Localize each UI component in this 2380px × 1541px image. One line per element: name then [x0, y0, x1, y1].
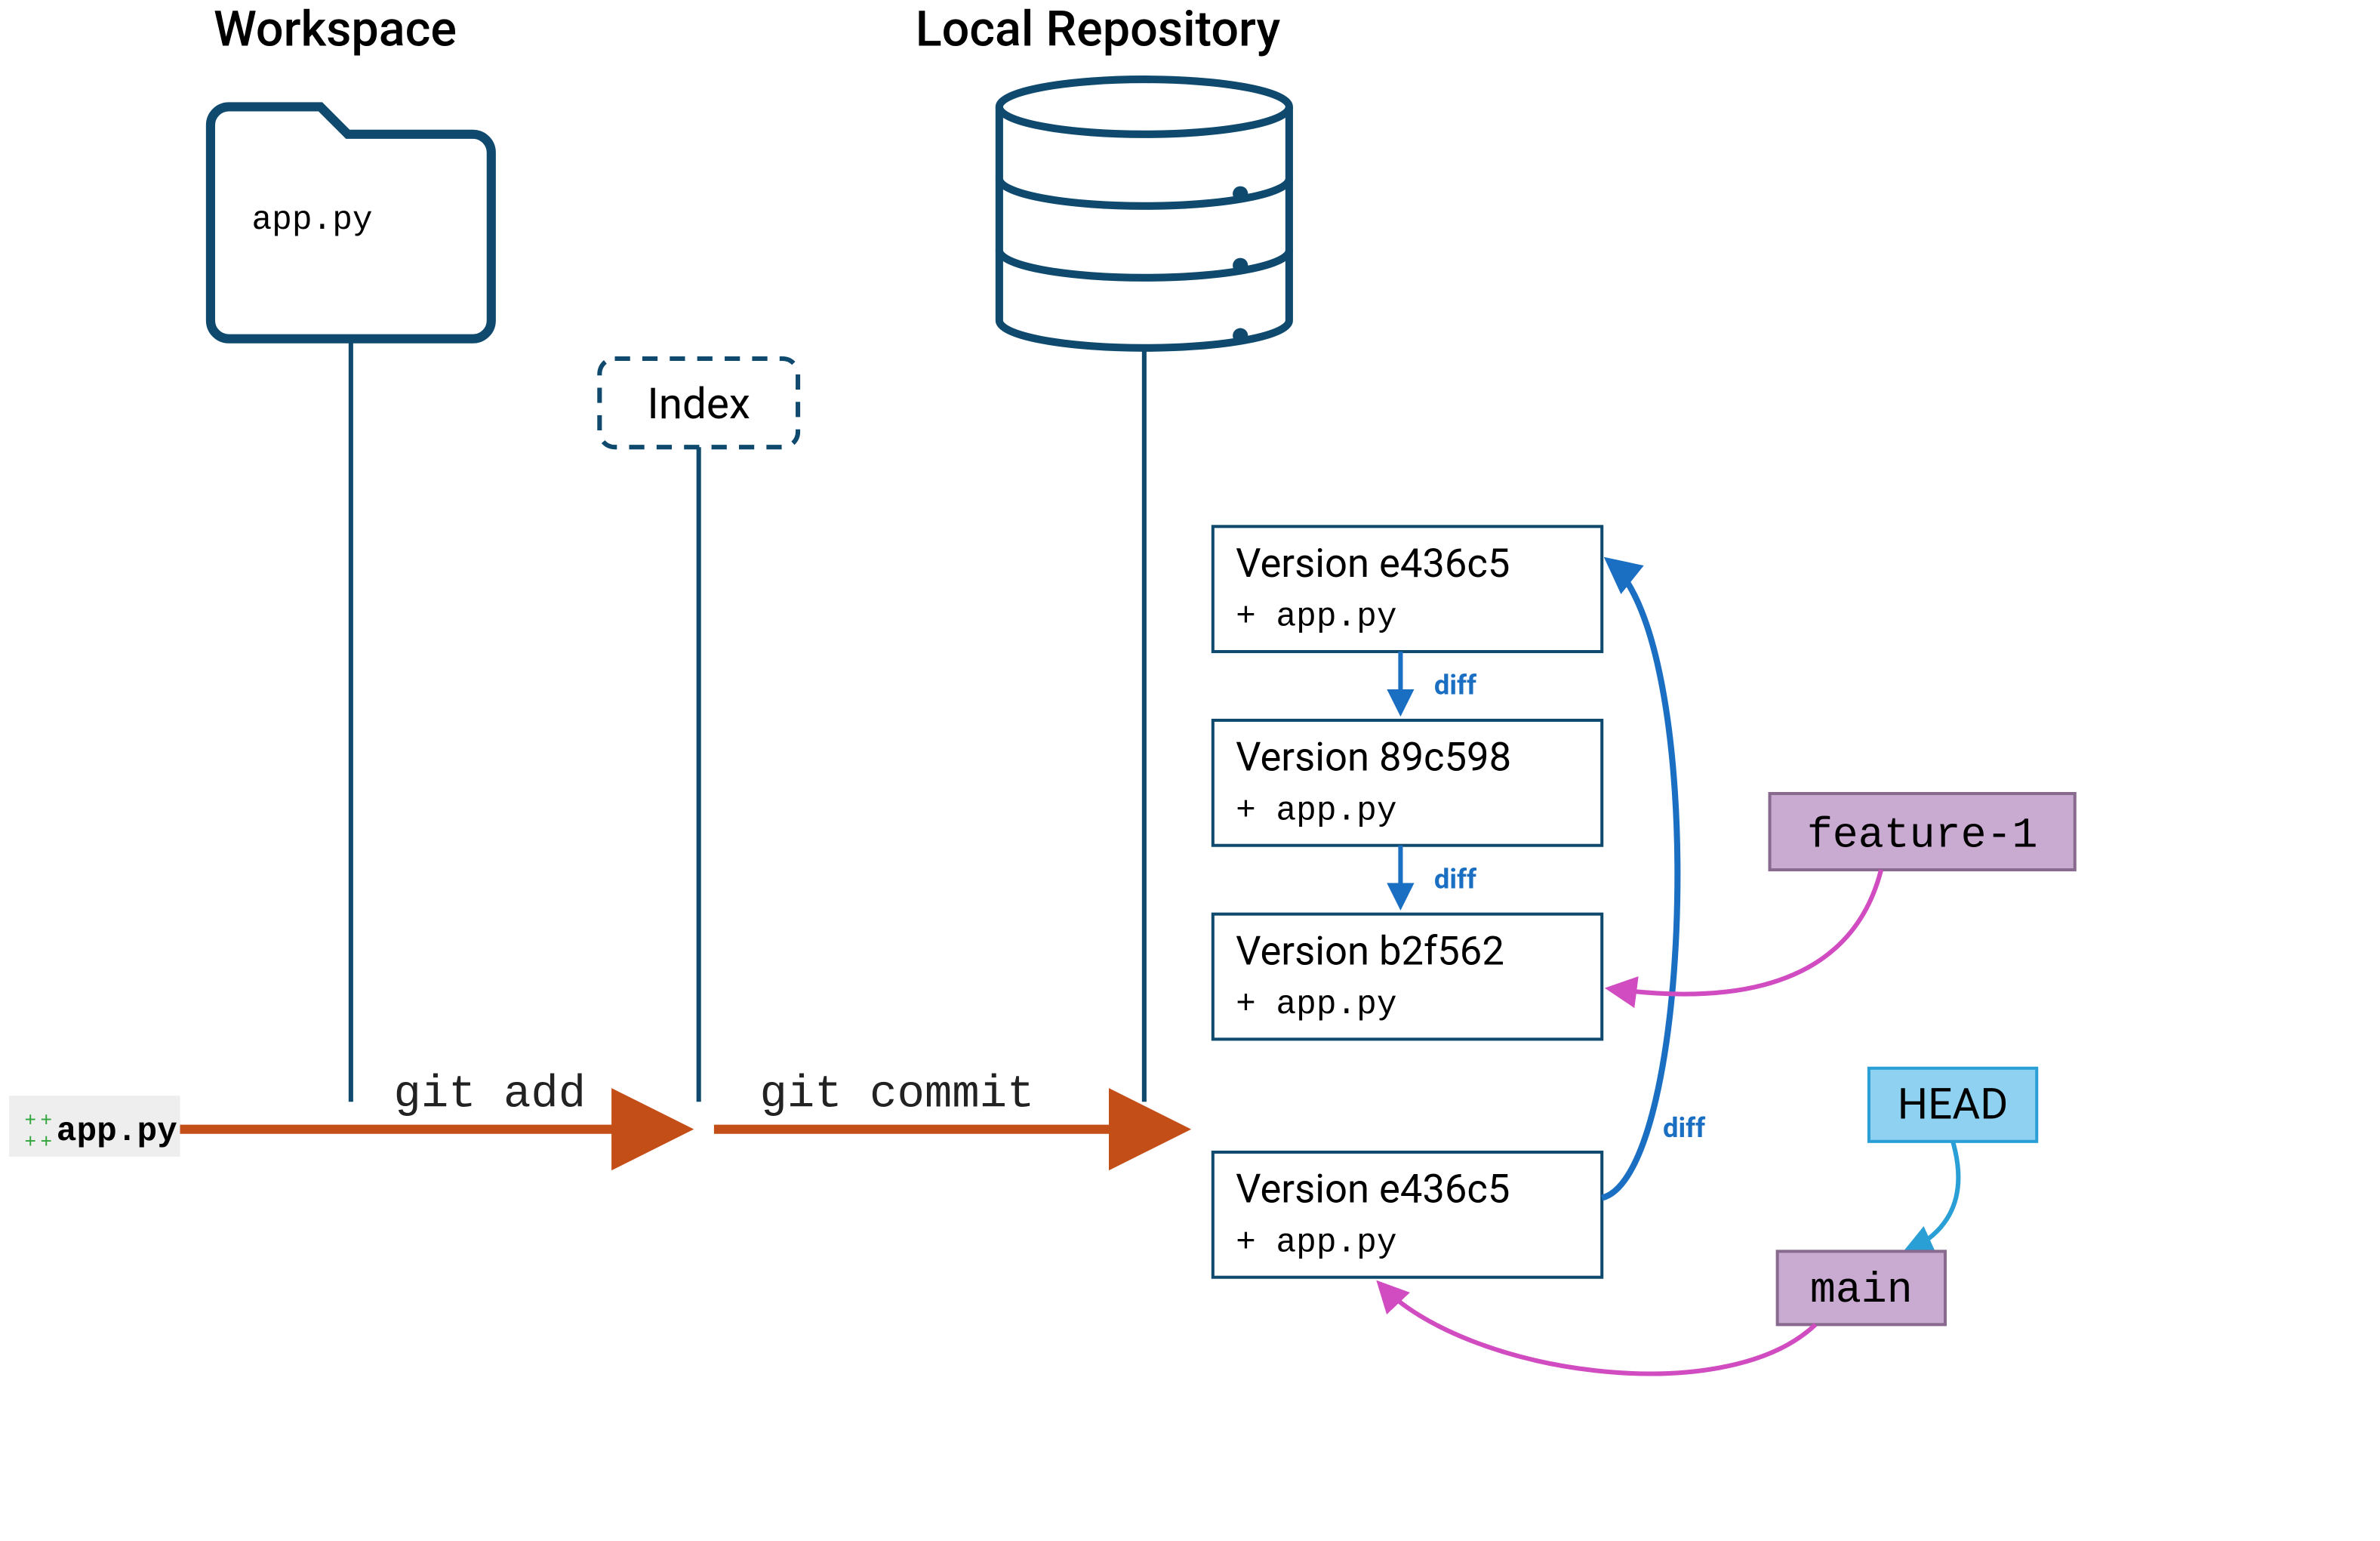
head-arrow [1907, 1142, 1958, 1252]
commit-0-title: Version e436c5 [1236, 540, 1510, 587]
changed-file-chip: + + + + app.py [9, 1096, 180, 1157]
git-add-label: git add [393, 1069, 586, 1120]
feature-branch-box: feature-1 [1770, 794, 2075, 870]
head-box: HEAD [1869, 1068, 2037, 1142]
commit-0: Version e436c5 + app.py [1213, 526, 1602, 652]
commit-1-file: + app.py [1236, 792, 1396, 830]
index-label: Index [647, 378, 750, 429]
main-branch-label: main [1810, 1266, 1913, 1314]
commit-3-file: + app.py [1236, 1224, 1396, 1262]
head-label: HEAD [1898, 1079, 2009, 1130]
main-branch-box: main [1778, 1251, 1945, 1324]
commit-2-title: Version b2f562 [1236, 927, 1504, 974]
changed-file-name: app.py [57, 1113, 177, 1151]
diff-label-12: diff [1434, 862, 1477, 895]
diff-arc [1602, 562, 1677, 1198]
diff-label-01: diff [1434, 669, 1477, 701]
workspace-heading: Workspace [214, 1, 457, 58]
git-diagram: Workspace Local Repository app.py Index … [0, 0, 2380, 1541]
commit-3: Version e436c5 + app.py [1213, 1152, 1602, 1277]
git-commit-label: git commit [760, 1069, 1035, 1120]
commit-2-file: + app.py [1236, 986, 1396, 1024]
svg-text:+ +: + + [24, 1110, 52, 1133]
commit-1: Version 89c598 + app.py [1213, 720, 1602, 846]
commit-2: Version b2f562 + app.py [1213, 914, 1602, 1040]
commit-1-title: Version 89c598 [1236, 734, 1511, 781]
main-branch-arrow [1381, 1285, 1815, 1374]
workspace-folder-file: app.py [251, 202, 372, 239]
feature-branch-arrow [1611, 870, 1881, 994]
database-icon [999, 79, 1289, 348]
index-box: Index [599, 359, 798, 447]
workspace-folder-icon: app.py [211, 106, 491, 338]
svg-text:+ +: + + [24, 1131, 52, 1154]
commit-0-file: + app.py [1236, 599, 1396, 636]
commit-3-title: Version e436c5 [1236, 1166, 1510, 1213]
diff-arc-label: diff [1663, 1111, 1706, 1144]
repository-heading: Local Repository [916, 1, 1281, 58]
feature-branch-label: feature-1 [1807, 812, 2038, 860]
